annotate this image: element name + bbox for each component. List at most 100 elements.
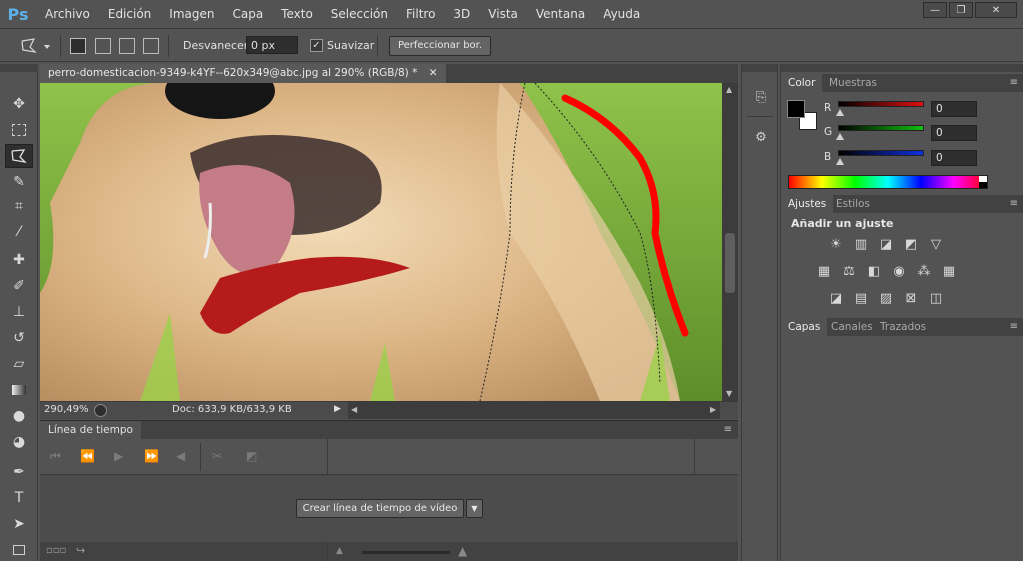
green-value-input[interactable]: 0 xyxy=(931,125,977,141)
red-slider[interactable] xyxy=(838,101,924,107)
transition-icon[interactable]: ◩ xyxy=(246,449,257,463)
play-icon[interactable]: ▶ xyxy=(114,449,123,463)
feather-input[interactable]: 0 px xyxy=(246,36,298,54)
exposure-icon[interactable]: ◩ xyxy=(902,235,920,253)
menu-texto[interactable]: Texto xyxy=(272,0,322,28)
color-balance-icon[interactable]: ⚖ xyxy=(840,262,858,280)
menu-3d[interactable]: 3D xyxy=(444,0,479,28)
tab-trazados[interactable]: Trazados xyxy=(873,318,933,336)
adjustments-panel-menu-icon[interactable]: ≡ xyxy=(1010,198,1018,209)
red-slider-thumb[interactable] xyxy=(836,109,844,116)
tab-canales[interactable]: Canales xyxy=(824,318,880,336)
close-tab-icon[interactable]: ✕ xyxy=(429,67,438,79)
layers-panel-menu-icon[interactable]: ≡ xyxy=(1010,321,1018,332)
red-value-input[interactable]: 0 xyxy=(931,101,977,117)
timeline-zoom-slider[interactable] xyxy=(362,551,450,554)
quick-selection-tool-icon[interactable]: ✎ xyxy=(5,170,33,194)
threshold-icon[interactable]: ▨ xyxy=(877,289,895,307)
refine-edge-button[interactable]: Perfeccionar bor. xyxy=(389,36,491,56)
document-tab[interactable]: perro-domesticacion-9349-k4YF--620x349@a… xyxy=(40,64,446,83)
vibrance-icon[interactable]: ▽ xyxy=(927,235,945,253)
tool-preset-picker[interactable] xyxy=(18,36,52,56)
scroll-up-icon[interactable]: ▲ xyxy=(726,85,732,94)
menu-ventana[interactable]: Ventana xyxy=(527,0,594,28)
new-selection-icon[interactable] xyxy=(70,38,86,54)
document-canvas[interactable] xyxy=(40,83,722,401)
create-video-timeline-button[interactable]: Crear línea de tiempo de vídeo xyxy=(296,499,464,518)
menu-capa[interactable]: Capa xyxy=(223,0,272,28)
tab-ajustes[interactable]: Ajustes xyxy=(781,195,834,213)
scroll-left-icon[interactable]: ◀ xyxy=(351,405,357,414)
blue-slider-thumb[interactable] xyxy=(836,158,844,165)
dodge-tool-icon[interactable]: ◕ xyxy=(5,430,33,454)
levels-icon[interactable]: ▥ xyxy=(852,235,870,253)
eyedropper-tool-icon[interactable]: ⁄ xyxy=(5,220,33,244)
posterize-icon[interactable]: ▤ xyxy=(852,289,870,307)
menu-seleccion[interactable]: Selección xyxy=(322,0,397,28)
selective-color-icon[interactable]: ⊠ xyxy=(902,289,920,307)
green-slider-thumb[interactable] xyxy=(836,133,844,140)
properties-panel-icon[interactable]: ⚙ xyxy=(750,126,772,148)
vertical-scroll-thumb[interactable] xyxy=(725,233,735,293)
scroll-right-icon[interactable]: ▶ xyxy=(710,405,716,414)
intersect-selection-icon[interactable] xyxy=(143,38,159,54)
layers-list[interactable] xyxy=(781,336,1023,561)
vertical-scrollbar[interactable]: ▲ ▼ xyxy=(722,83,738,401)
marquee-tool-icon[interactable] xyxy=(5,118,33,142)
history-brush-tool-icon[interactable]: ↺ xyxy=(5,326,33,350)
minimize-button[interactable]: — xyxy=(923,2,947,18)
zoom-level[interactable]: 290,49% xyxy=(44,404,89,415)
brightness-contrast-icon[interactable]: ☀ xyxy=(827,235,845,253)
previous-frame-icon[interactable]: ⏪ xyxy=(80,449,95,463)
menu-imagen[interactable]: Imagen xyxy=(160,0,223,28)
restore-button[interactable]: ❐ xyxy=(949,2,973,18)
status-info-icon[interactable] xyxy=(94,404,107,417)
menu-filtro[interactable]: Filtro xyxy=(397,0,444,28)
pen-tool-icon[interactable]: ✒ xyxy=(5,460,33,484)
photo-filter-icon[interactable]: ◉ xyxy=(890,262,908,280)
blur-tool-icon[interactable]: ● xyxy=(5,404,33,428)
antialias-checkbox[interactable]: ✓ xyxy=(310,39,323,52)
healing-brush-tool-icon[interactable]: ✚ xyxy=(5,248,33,272)
green-slider[interactable] xyxy=(838,125,924,131)
first-frame-icon[interactable]: ⏮ xyxy=(50,449,61,464)
timeline-type-dropdown-icon[interactable]: ▼ xyxy=(466,499,483,518)
lasso-tool-icon[interactable] xyxy=(5,144,33,168)
gradient-map-icon[interactable]: ◫ xyxy=(927,289,945,307)
collapsed-panels-grip[interactable] xyxy=(742,64,777,72)
frame-animation-icon[interactable]: ▫▫▫ xyxy=(46,545,66,556)
clone-stamp-tool-icon[interactable]: ⊥ xyxy=(5,300,33,324)
black-white-icon[interactable]: ◧ xyxy=(865,262,883,280)
blue-value-input[interactable]: 0 xyxy=(931,150,977,166)
menu-archivo[interactable]: Archivo xyxy=(36,0,99,28)
color-swatches[interactable] xyxy=(787,100,823,132)
subtract-selection-icon[interactable] xyxy=(119,38,135,54)
shape-tool-icon[interactable] xyxy=(5,538,33,561)
curves-icon[interactable]: ◪ xyxy=(877,235,895,253)
toolbar-grip[interactable] xyxy=(0,64,38,72)
menu-edicion[interactable]: Edición xyxy=(99,0,160,28)
status-menu-arrow-icon[interactable]: ▶ xyxy=(334,404,341,414)
timeline-menu-icon[interactable]: ≡ xyxy=(724,424,732,435)
audio-icon[interactable]: ◀ xyxy=(176,449,185,463)
gradient-tool-icon[interactable] xyxy=(5,378,33,402)
color-lookup-icon[interactable]: ▦ xyxy=(940,262,958,280)
channel-mixer-icon[interactable]: ⁂ xyxy=(915,262,933,280)
blue-slider[interactable] xyxy=(838,150,924,156)
history-panel-icon[interactable]: ⎘ xyxy=(750,86,772,108)
tab-muestras[interactable]: Muestras xyxy=(822,74,884,92)
hue-saturation-icon[interactable]: ▦ xyxy=(815,262,833,280)
scroll-down-icon[interactable]: ▼ xyxy=(726,389,732,398)
zoom-out-icon[interactable]: ▲ xyxy=(336,546,343,556)
foreground-color-swatch[interactable] xyxy=(787,100,805,118)
color-spectrum-ramp[interactable] xyxy=(788,175,988,189)
crop-tool-icon[interactable]: ⌗ xyxy=(5,194,33,218)
tab-capas[interactable]: Capas xyxy=(781,318,828,336)
horizontal-scrollbar[interactable]: ◀ ▶ xyxy=(348,402,900,419)
path-selection-tool-icon[interactable]: ➤ xyxy=(5,512,33,536)
tab-estilos[interactable]: Estilos xyxy=(829,195,877,213)
tab-color[interactable]: Color xyxy=(781,74,823,92)
timeline-tab[interactable]: Línea de tiempo xyxy=(40,421,141,439)
menu-ayuda[interactable]: Ayuda xyxy=(594,0,649,28)
type-tool-icon[interactable]: T xyxy=(5,486,33,510)
